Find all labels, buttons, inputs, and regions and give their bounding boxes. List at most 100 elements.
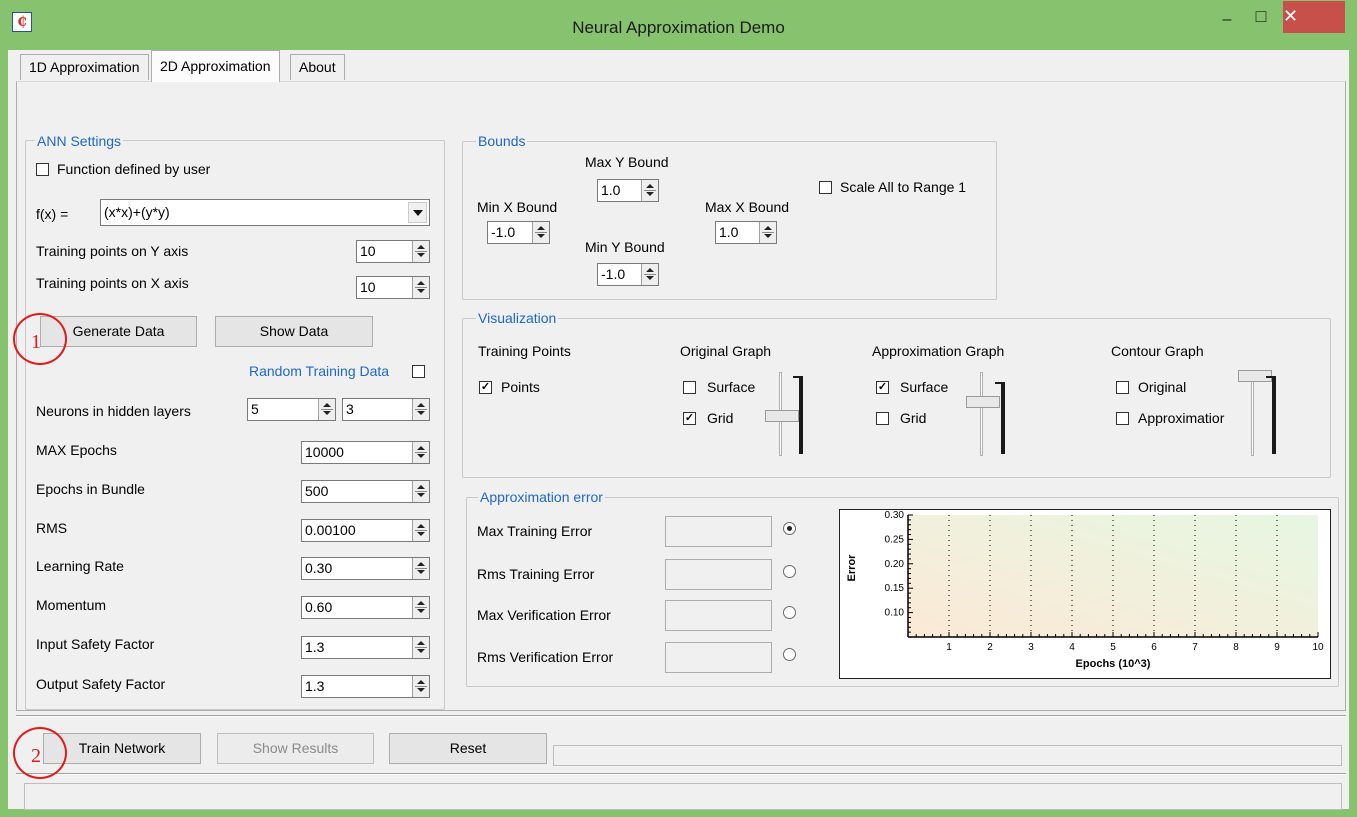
random-training-data-checkbox[interactable] — [412, 365, 425, 378]
spinner-arrows-icon[interactable] — [412, 277, 429, 298]
scale-all-checkbox[interactable] — [819, 181, 832, 194]
spinner-arrows-icon[interactable] — [412, 637, 429, 658]
min-x-bound-spinner[interactable]: -1.0 — [487, 221, 550, 244]
spinner-arrows-icon[interactable] — [532, 222, 549, 243]
original-trackbar-thumb[interactable] — [765, 410, 799, 422]
rms-verification-error-radio[interactable] — [783, 648, 796, 661]
spinner-arrows-icon[interactable] — [412, 597, 429, 618]
training-points-x-spinner[interactable]: 10 — [356, 276, 430, 299]
maximize-icon[interactable]: □ — [1246, 2, 1276, 32]
spinner-arrows-icon[interactable] — [412, 442, 429, 463]
max-verification-error-field — [665, 600, 772, 631]
spinner-arrows-icon[interactable] — [412, 241, 429, 262]
training-progress-bar — [553, 745, 1342, 766]
x-tick-label: 5 — [1110, 642, 1116, 653]
contour-original-checkbox[interactable] — [1116, 381, 1129, 394]
min-y-bound-label: Min Y Bound — [585, 239, 665, 255]
tab-about[interactable]: About — [290, 54, 345, 80]
status-separator — [16, 773, 1346, 775]
contour-original-label: Original — [1138, 379, 1187, 395]
max-epochs-label: MAX Epochs — [36, 442, 117, 458]
max-verification-error-radio[interactable] — [783, 606, 796, 619]
training-points-x-value: 10 — [360, 279, 376, 295]
approx-surface-checkbox[interactable]: ✓ — [876, 381, 889, 394]
max-y-bound-value: 1.0 — [601, 182, 621, 198]
output-safety-spinner[interactable]: 1.3 — [301, 675, 430, 698]
approx-trackbar-thumb[interactable] — [966, 396, 1000, 408]
approx-trackbar-scale — [1001, 382, 1005, 454]
contour-approximation-checkbox[interactable] — [1116, 412, 1129, 425]
approx-grid-checkbox[interactable] — [876, 412, 889, 425]
spinner-arrows-icon[interactable] — [759, 222, 776, 243]
close-button[interactable]: ✕ — [1283, 1, 1345, 33]
annotation-number-1: 1 — [31, 331, 41, 353]
show-data-button[interactable]: Show Data — [215, 316, 373, 347]
annotation-circle-1: 1 — [13, 313, 67, 365]
spinner-arrows-icon[interactable] — [412, 558, 429, 579]
learning-rate-label: Learning Rate — [36, 558, 124, 574]
learning-rate-spinner[interactable]: 0.30 — [301, 557, 430, 580]
input-safety-spinner[interactable]: 1.3 — [301, 636, 430, 659]
training-points-heading: Training Points — [478, 343, 571, 359]
rms-verification-error-field — [665, 642, 772, 673]
scale-cap — [793, 376, 801, 378]
scale-cap — [995, 382, 1003, 384]
training-points-x-label: Training points on X axis — [36, 275, 189, 291]
fx-label: f(x) = — [36, 206, 69, 222]
epochs-in-bundle-spinner[interactable]: 500 — [301, 480, 430, 503]
chevron-down-icon[interactable] — [408, 202, 427, 223]
momentum-spinner[interactable]: 0.60 — [301, 596, 430, 619]
spinner-arrows-icon[interactable] — [318, 399, 335, 420]
visualization-legend: Visualization — [476, 310, 559, 326]
fx-combobox[interactable]: (x*x)+(y*y) — [100, 199, 430, 226]
function-defined-by-user-label: Function defined by user — [57, 161, 211, 177]
close-icon: ✕ — [1283, 6, 1299, 26]
max-training-error-radio[interactable] — [783, 522, 796, 535]
rms-spinner[interactable]: 0.00100 — [301, 519, 430, 542]
spinner-arrows-icon[interactable] — [641, 264, 658, 285]
tab-2d-approximation[interactable]: 2D Approximation — [151, 50, 280, 82]
input-safety-label: Input Safety Factor — [36, 636, 155, 652]
min-x-bound-label: Min X Bound — [477, 199, 558, 215]
x-tick-label: 10 — [1312, 642, 1324, 653]
min-x-bound-value: -1.0 — [491, 224, 516, 240]
neurons-layer2-spinner[interactable]: 3 — [342, 398, 430, 421]
spinner-arrows-icon[interactable] — [412, 481, 429, 502]
spinner-arrows-icon[interactable] — [412, 399, 429, 420]
original-grid-checkbox[interactable]: ✓ — [683, 412, 696, 425]
points-label: Points — [501, 379, 540, 395]
max-training-error-label: Max Training Error — [477, 523, 593, 539]
x-tick-label: 8 — [1233, 642, 1239, 653]
epochs-in-bundle-value: 500 — [305, 483, 329, 499]
show-results-button[interactable]: Show Results — [217, 733, 374, 764]
rms-training-error-label: Rms Training Error — [477, 566, 595, 582]
random-training-data-label: Random Training Data — [249, 363, 390, 379]
training-points-y-label: Training points on Y axis — [36, 243, 189, 259]
max-y-bound-spinner[interactable]: 1.0 — [597, 179, 659, 202]
max-epochs-spinner[interactable]: 10000 — [301, 441, 430, 464]
training-points-y-spinner[interactable]: 10 — [356, 240, 430, 263]
spinner-arrows-icon[interactable] — [412, 520, 429, 541]
points-checkbox[interactable]: ✓ — [479, 381, 492, 394]
spinner-arrows-icon[interactable] — [641, 180, 658, 201]
original-surface-checkbox[interactable] — [683, 381, 696, 394]
min-y-bound-spinner[interactable]: -1.0 — [597, 263, 659, 286]
tab-1d-approximation[interactable]: 1D Approximation — [20, 54, 149, 80]
max-epochs-value: 10000 — [305, 444, 344, 460]
neurons-layer2-value: 3 — [346, 401, 354, 417]
momentum-value: 0.60 — [305, 599, 333, 615]
max-y-bound-label: Max Y Bound — [585, 154, 669, 170]
function-defined-by-user-checkbox[interactable] — [36, 163, 49, 176]
max-x-bound-spinner[interactable]: 1.0 — [715, 221, 777, 244]
scale-all-label: Scale All to Range 1 — [840, 179, 967, 195]
minimize-icon[interactable]: – — [1212, 6, 1242, 36]
bottom-separator — [16, 715, 1346, 717]
rms-training-error-radio[interactable] — [783, 565, 796, 578]
contour-graph-heading: Contour Graph — [1111, 343, 1204, 359]
neurons-layer1-spinner[interactable]: 5 — [247, 398, 336, 421]
fx-value: (x*x)+(y*y) — [104, 204, 170, 220]
reset-button[interactable]: Reset — [389, 733, 547, 764]
learning-rate-value: 0.30 — [305, 560, 333, 576]
spinner-arrows-icon[interactable] — [412, 676, 429, 697]
annotation-number-2: 2 — [31, 745, 41, 767]
